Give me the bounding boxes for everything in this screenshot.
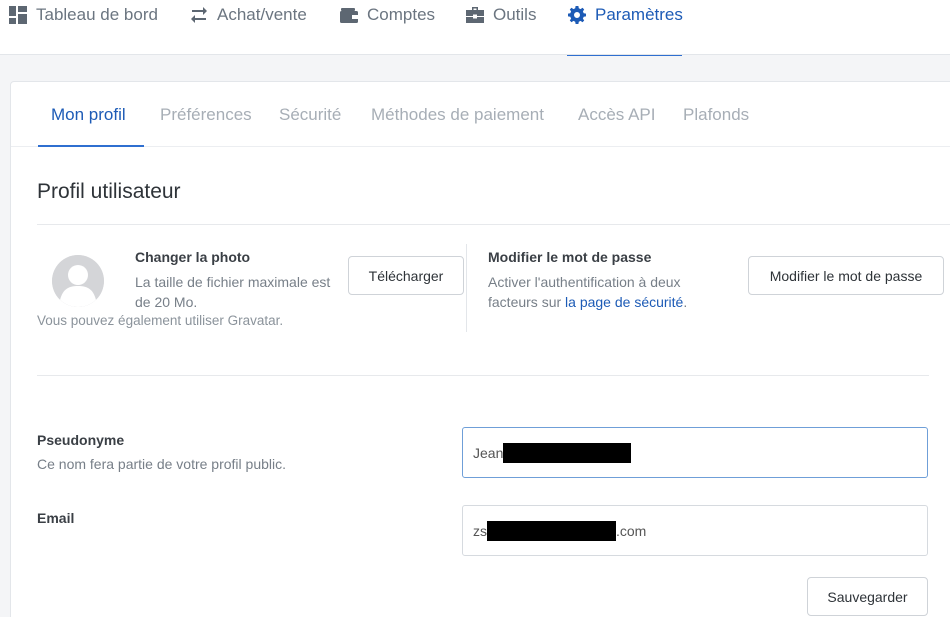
tab-payment-methods[interactable]: Méthodes de paiement <box>371 82 544 147</box>
change-password-title: Modifier le mot de passe <box>488 249 652 265</box>
redaction-bar <box>487 520 616 541</box>
dashboard-icon <box>9 5 27 24</box>
email-label: Email <box>37 510 75 526</box>
nickname-input[interactable]: Jean <box>462 427 928 478</box>
nav-item-settings[interactable]: Paramètres <box>567 0 683 56</box>
active-tab-indicator <box>38 145 144 147</box>
nickname-help: Ce nom fera partie de votre profil publi… <box>37 456 287 472</box>
tab-preferences[interactable]: Préférences <box>160 82 252 147</box>
gear-icon <box>568 5 586 24</box>
nav-item-buy-sell[interactable]: Achat/vente <box>190 0 307 55</box>
nav-item-label: Achat/vente <box>217 4 307 24</box>
email-value-prefix: zs <box>473 522 487 539</box>
change-password-button[interactable]: Modifier le mot de passe <box>748 256 944 295</box>
user-silhouette-icon <box>52 255 104 307</box>
security-page-link[interactable]: la page de sécurité <box>565 294 683 310</box>
photo-size-description: La taille de fichier maximale est de 20 … <box>135 274 331 310</box>
settings-card: Mon profil Préférences Sécurité Méthodes… <box>10 81 950 617</box>
nav-item-dashboard[interactable]: Tableau de bord <box>9 0 158 55</box>
avatar <box>52 255 104 307</box>
divider <box>37 224 950 225</box>
redaction-bar <box>503 442 632 463</box>
two-factor-description: Activer l'authentification à deux facteu… <box>488 272 688 312</box>
email-input[interactable]: zs .com <box>462 505 928 556</box>
profile-tabs: Mon profil Préférences Sécurité Méthodes… <box>11 82 950 147</box>
nav-item-label: Outils <box>493 4 537 24</box>
nav-item-label: Paramètres <box>595 4 683 24</box>
nav-item-label: Tableau de bord <box>36 4 158 24</box>
nickname-label: Pseudonyme <box>37 432 125 448</box>
nav-item-label: Comptes <box>367 4 436 24</box>
tab-api-access[interactable]: Accès API <box>578 82 655 147</box>
tab-limits[interactable]: Plafonds <box>683 82 749 147</box>
wallet-icon <box>340 6 358 24</box>
divider <box>37 375 929 376</box>
toolbox-icon <box>466 6 484 24</box>
tab-my-profile[interactable]: Mon profil <box>51 82 126 147</box>
top-navigation: Tableau de bord Achat/vente Comptes Outi… <box>0 0 950 56</box>
nav-item-tools[interactable]: Outils <box>466 0 536 55</box>
upload-photo-button[interactable]: Télécharger <box>348 256 464 295</box>
nav-item-accounts[interactable]: Comptes <box>340 0 435 55</box>
section-title: Profil utilisateur <box>37 180 181 203</box>
exchange-arrows-icon <box>190 6 208 24</box>
two-factor-suffix: . <box>683 294 688 310</box>
gravatar-note: Vous pouvez également utiliser Gravatar. <box>37 313 284 328</box>
tab-security[interactable]: Sécurité <box>279 82 341 147</box>
change-photo-title: Changer la photo <box>135 249 251 265</box>
nickname-value: Jean <box>473 444 504 461</box>
email-value-suffix: .com <box>616 522 647 539</box>
vertical-divider <box>466 244 467 332</box>
save-button[interactable]: Sauvegarder <box>807 577 928 616</box>
